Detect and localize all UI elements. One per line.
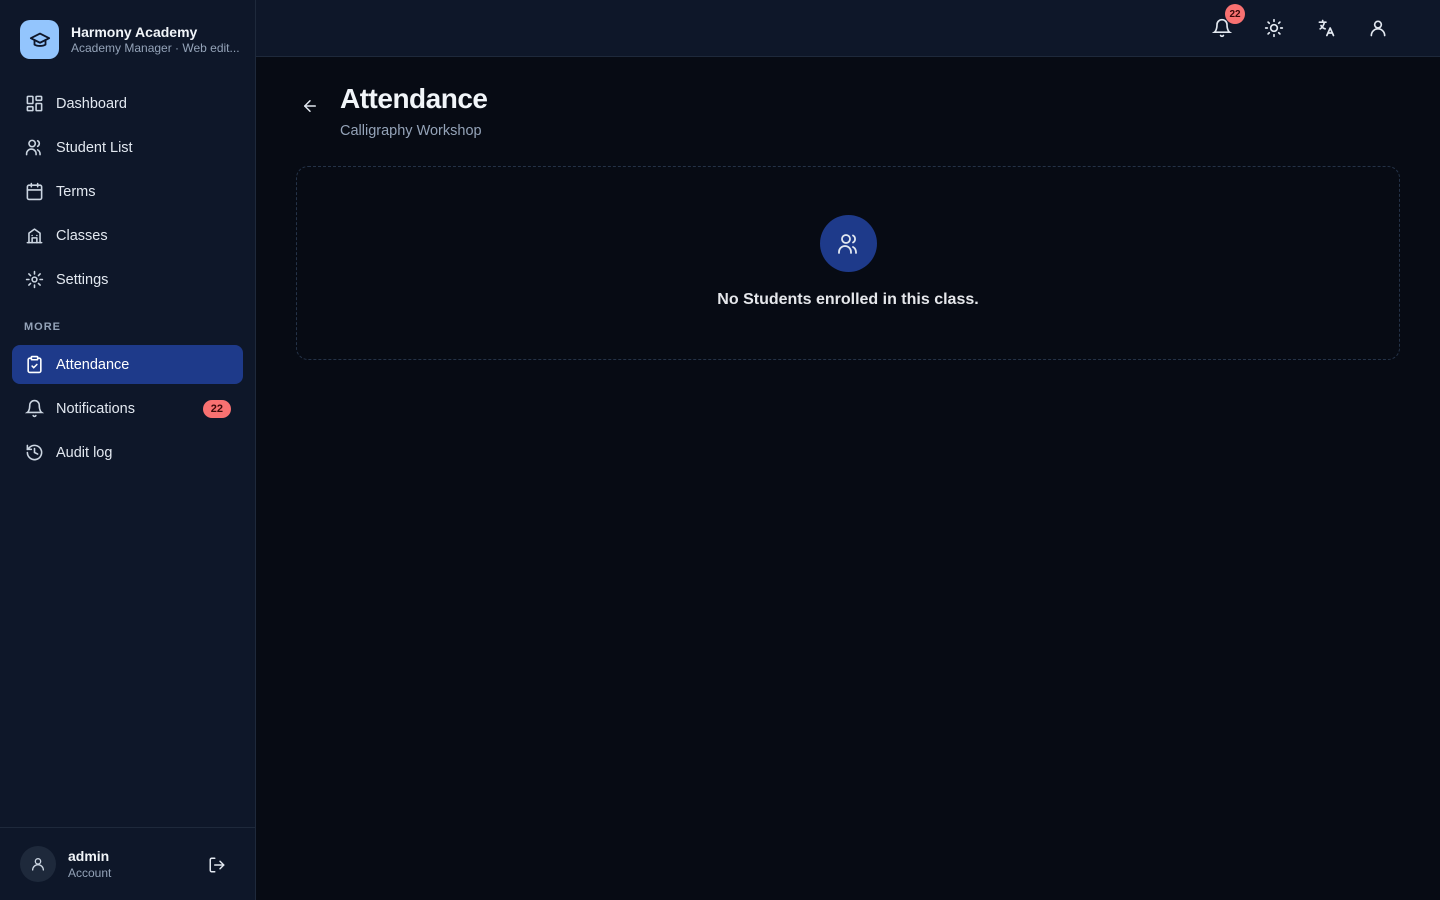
notification-count-badge: 22 (1225, 4, 1245, 24)
sidebar-item-label: Student List (56, 139, 133, 156)
logout-icon (209, 857, 225, 873)
sidebar-item-notifications[interactable]: Notifications 22 (12, 389, 243, 428)
empty-state-card: No Students enrolled in this class. (296, 166, 1400, 360)
sidebar-item-label: Settings (56, 271, 109, 288)
avatar[interactable] (20, 846, 56, 882)
sun-icon (1264, 18, 1284, 38)
brand-name: Harmony Academy (71, 24, 198, 40)
graduation-cap-icon (20, 20, 59, 59)
history-icon (24, 443, 44, 463)
back-button[interactable] (298, 94, 322, 118)
sidebar-item-label: Terms (56, 183, 96, 200)
brand[interactable]: Harmony Academy Academy Manager · Web ed… (20, 20, 241, 59)
translate-icon (1318, 19, 1335, 37)
sidebar-item-terms[interactable]: Terms (12, 172, 243, 211)
user-footer: admin Account (0, 827, 255, 900)
dashboard-icon (24, 94, 44, 114)
page-subtitle: Calligraphy Workshop (340, 123, 482, 139)
sidebar-item-label: Attendance (56, 356, 130, 373)
building-icon (24, 226, 44, 246)
sidebar-item-label: Classes (56, 227, 108, 244)
sidebar-item-label: Audit log (56, 444, 113, 461)
arrow-left-icon (304, 100, 316, 112)
empty-state-message: No Students enrolled in this class. (717, 291, 979, 308)
sidebar-item-label: Dashboard (56, 95, 127, 112)
users-icon (24, 138, 44, 158)
sidebar-item-settings[interactable]: Settings (12, 260, 243, 299)
more-nav: Attendance Notifications 22 Audit log (12, 345, 243, 477)
user-name: admin (68, 848, 110, 864)
main-nav: Dashboard Student List Terms Classes Set… (12, 84, 243, 304)
sidebar-item-label: Notifications (56, 400, 135, 417)
users-icon (820, 215, 877, 272)
sidebar-item-dashboard[interactable]: Dashboard (12, 84, 243, 123)
gear-icon (24, 270, 44, 290)
section-label-more: MORE (24, 321, 61, 333)
theme-toggle-button[interactable] (1262, 16, 1286, 40)
brand-subtitle: Academy Manager · Web edit... (71, 41, 240, 55)
language-button[interactable] (1314, 16, 1338, 40)
sidebar-item-classes[interactable]: Classes (12, 216, 243, 255)
topbar: 22 (256, 0, 1440, 57)
calendar-icon (24, 182, 44, 202)
logout-button[interactable] (206, 854, 228, 876)
sidebar-item-student-list[interactable]: Student List (12, 128, 243, 167)
notification-count-badge: 22 (202, 399, 231, 418)
bell-icon (24, 399, 44, 419)
profile-button[interactable] (1366, 16, 1390, 40)
sidebar: Harmony Academy Academy Manager · Web ed… (0, 0, 256, 900)
user-role: Account (68, 866, 112, 880)
page-title: Attendance (340, 83, 488, 114)
user-icon (1370, 20, 1386, 37)
sidebar-item-attendance[interactable]: Attendance (12, 345, 243, 384)
sidebar-item-audit-log[interactable]: Audit log (12, 433, 243, 472)
clipboard-icon (24, 355, 44, 375)
